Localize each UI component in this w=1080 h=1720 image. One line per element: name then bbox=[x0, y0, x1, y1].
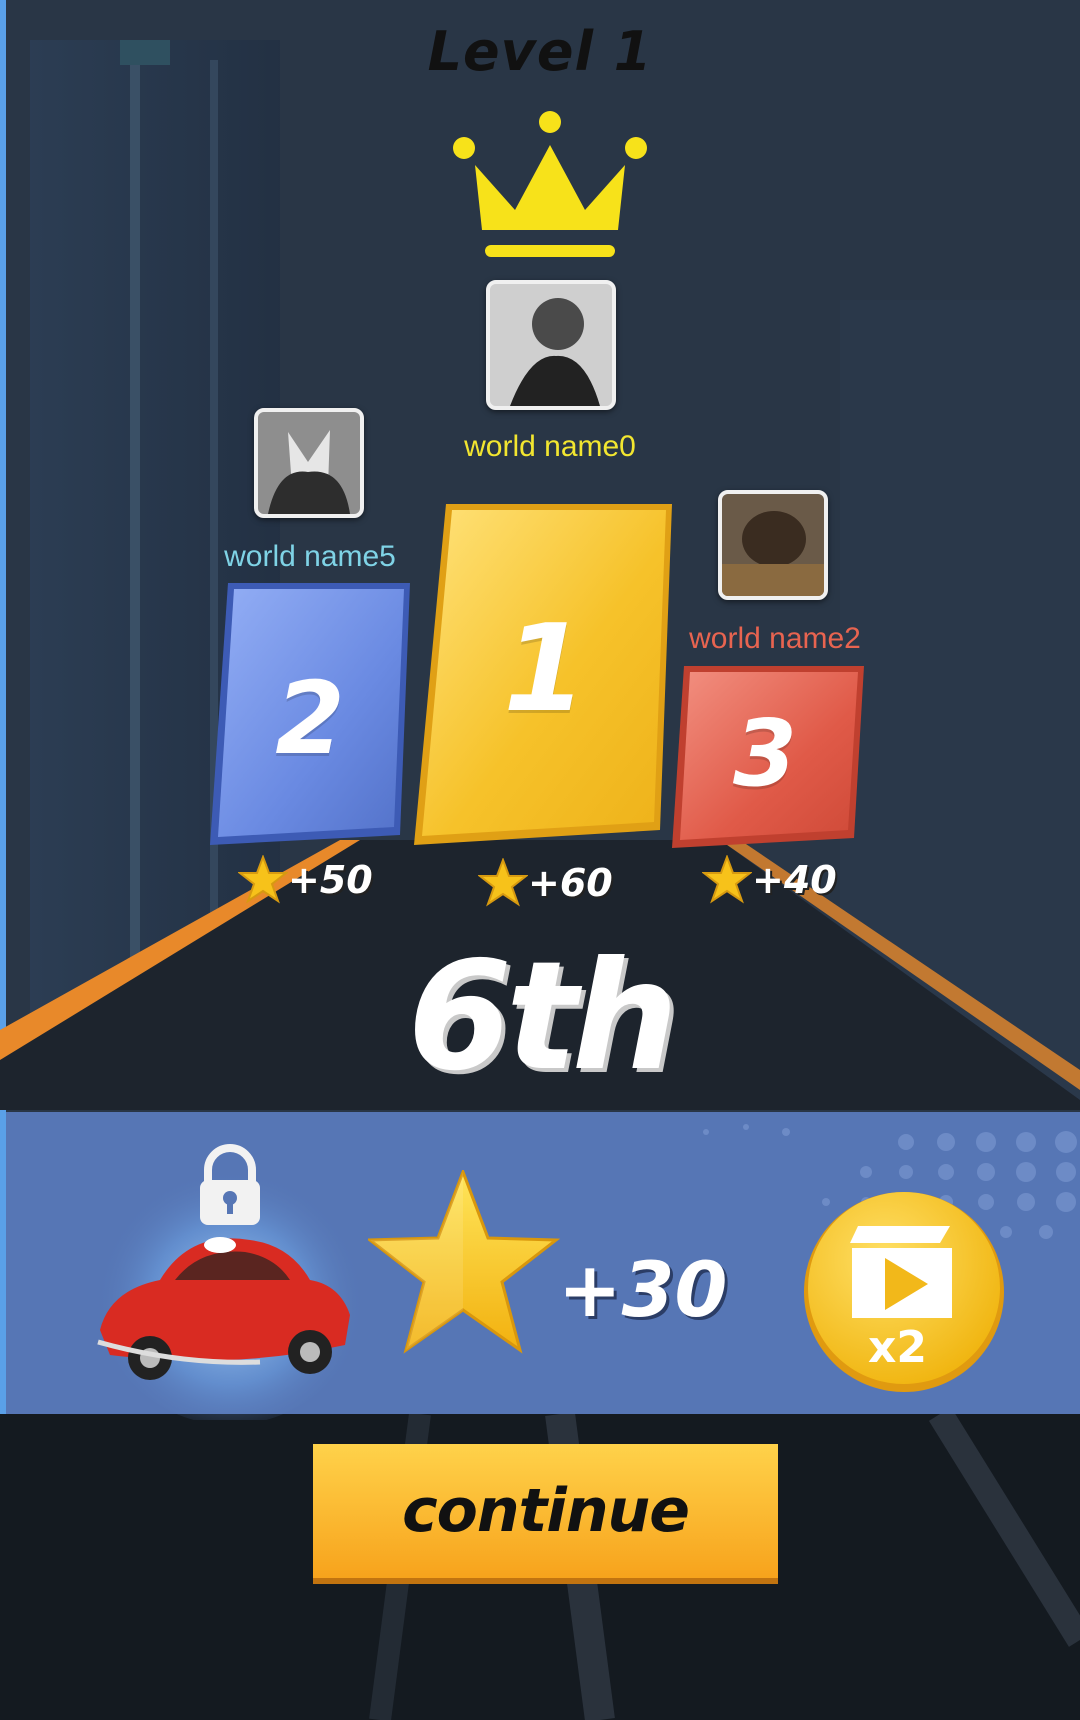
double-label: x2 bbox=[868, 1322, 927, 1373]
crown-icon bbox=[453, 111, 647, 257]
star-icon bbox=[238, 855, 288, 904]
level-title: Level 1 bbox=[427, 20, 653, 83]
car-reward[interactable] bbox=[80, 1130, 380, 1420]
podium-number-first: 1 bbox=[503, 600, 587, 739]
continue-button[interactable]: continue bbox=[313, 1444, 778, 1584]
avatar-image bbox=[258, 412, 360, 514]
race-result-screen: Level 1 world name0 world name5 world na… bbox=[0, 0, 1080, 1720]
reward-third: +40 bbox=[702, 855, 837, 905]
star-reward-amount: +30 bbox=[558, 1245, 728, 1334]
podium-number-third: 3 bbox=[732, 700, 797, 807]
continue-label: continue bbox=[402, 1476, 690, 1546]
player-name-second: world name5 bbox=[224, 540, 396, 573]
avatar-first-place bbox=[486, 280, 616, 410]
avatar-image bbox=[490, 284, 612, 406]
avatar-second-place bbox=[254, 408, 364, 518]
reward-second: +50 bbox=[238, 855, 373, 905]
reward-value: +40 bbox=[752, 858, 837, 902]
avatar-image bbox=[722, 494, 824, 596]
player-name-third: world name2 bbox=[689, 622, 861, 655]
star-icon bbox=[702, 855, 752, 904]
double-reward-video-button[interactable]: x2 bbox=[800, 1188, 1008, 1396]
reward-first: +60 bbox=[478, 858, 613, 908]
finish-rank: 6th bbox=[407, 930, 679, 1104]
star-icon bbox=[368, 1170, 561, 1354]
star-icon bbox=[478, 858, 528, 907]
reward-value: +60 bbox=[528, 861, 613, 905]
podium-number-second: 2 bbox=[275, 660, 345, 777]
avatar-third-place bbox=[718, 490, 828, 600]
reward-value: +50 bbox=[288, 858, 373, 902]
player-name-first: world name0 bbox=[464, 430, 636, 463]
